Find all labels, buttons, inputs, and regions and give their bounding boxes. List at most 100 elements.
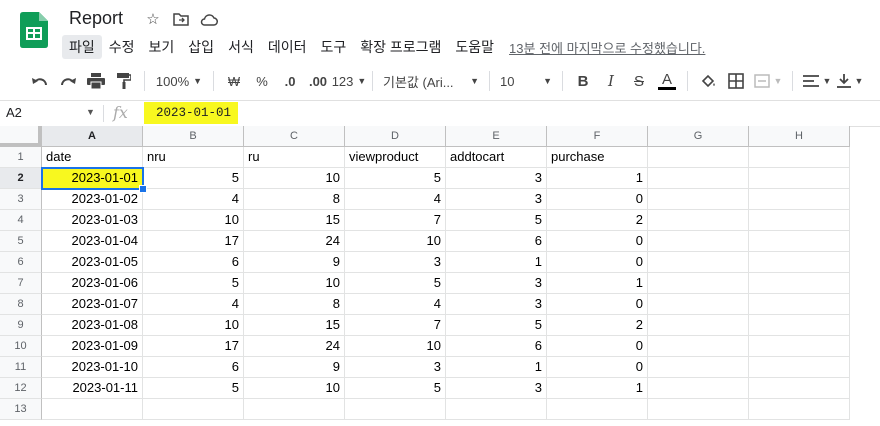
cell-e5[interactable]: 6 [446,231,547,252]
cell-f13[interactable] [547,399,648,420]
cell-h1[interactable] [749,147,850,168]
menu-view[interactable]: 보기 [142,35,182,59]
increase-decimal-button[interactable]: .00 [304,68,332,94]
cell-d4[interactable]: 7 [345,210,446,231]
cell-c7[interactable]: 10 [244,273,345,294]
cell-g7[interactable] [648,273,749,294]
borders-icon[interactable] [722,68,750,94]
strikethrough-button[interactable]: S [625,68,653,94]
cell-e9[interactable]: 5 [446,315,547,336]
undo-icon[interactable] [26,68,54,94]
cell-a9[interactable]: 2023-01-08 [42,315,143,336]
cell-g12[interactable] [648,378,749,399]
cell-b11[interactable]: 6 [143,357,244,378]
cell-e11[interactable]: 1 [446,357,547,378]
cell-e10[interactable]: 6 [446,336,547,357]
cell-a7[interactable]: 2023-01-06 [42,273,143,294]
cell-c1[interactable]: ru [244,147,345,168]
cell-a4[interactable]: 2023-01-03 [42,210,143,231]
cell-d6[interactable]: 3 [345,252,446,273]
row-header-2[interactable]: 2 [0,168,42,189]
fill-color-icon[interactable] [694,68,722,94]
cell-b1[interactable]: nru [143,147,244,168]
font-select[interactable]: 기본값 (Ari... ▼ [379,68,483,94]
font-size-select[interactable]: 10 ▼ [496,68,556,94]
column-header-g[interactable]: G [648,126,749,147]
menu-file[interactable]: 파일 [62,35,102,59]
cell-b4[interactable]: 10 [143,210,244,231]
cell-d5[interactable]: 10 [345,231,446,252]
menu-data[interactable]: 데이터 [261,35,314,59]
cell-f11[interactable]: 0 [547,357,648,378]
column-header-a[interactable]: A [42,126,143,147]
cell-g3[interactable] [648,189,749,210]
cell-c11[interactable]: 9 [244,357,345,378]
cell-d1[interactable]: viewproduct [345,147,446,168]
chevron-down-icon[interactable]: ▼ [86,107,95,117]
cell-a6[interactable]: 2023-01-05 [42,252,143,273]
cell-f7[interactable]: 1 [547,273,648,294]
cell-f10[interactable]: 0 [547,336,648,357]
align-horizontal-icon[interactable]: ▼ [799,68,835,94]
cell-f3[interactable]: 0 [547,189,648,210]
row-header-13[interactable]: 13 [0,399,42,420]
cell-g9[interactable] [648,315,749,336]
cell-d2[interactable]: 5 [345,168,446,189]
cell-e7[interactable]: 3 [446,273,547,294]
cell-e12[interactable]: 3 [446,378,547,399]
cell-f9[interactable]: 2 [547,315,648,336]
move-folder-icon[interactable] [171,9,191,29]
cell-d10[interactable]: 10 [345,336,446,357]
cell-c4[interactable]: 15 [244,210,345,231]
zoom-select[interactable]: 100% ▼ [151,68,207,94]
cell-a5[interactable]: 2023-01-04 [42,231,143,252]
column-header-f[interactable]: F [547,126,648,147]
paint-format-icon[interactable] [110,68,138,94]
cell-e4[interactable]: 5 [446,210,547,231]
cell-b6[interactable]: 6 [143,252,244,273]
cell-b2[interactable]: 5 [143,168,244,189]
cell-f2[interactable]: 1 [547,168,648,189]
cell-b9[interactable]: 10 [143,315,244,336]
cell-c9[interactable]: 15 [244,315,345,336]
cell-h8[interactable] [749,294,850,315]
cell-a3[interactable]: 2023-01-02 [42,189,143,210]
cell-b12[interactable]: 5 [143,378,244,399]
menu-edit[interactable]: 수정 [102,35,142,59]
row-header-10[interactable]: 10 [0,336,42,357]
currency-button[interactable]: ₩ [220,68,248,94]
column-header-c[interactable]: C [244,126,345,147]
fill-handle[interactable] [139,185,147,193]
select-all-corner[interactable] [0,126,42,147]
cell-c12[interactable]: 10 [244,378,345,399]
cell-b3[interactable]: 4 [143,189,244,210]
cell-d8[interactable]: 4 [345,294,446,315]
column-header-h[interactable]: H [749,126,850,147]
cell-a8[interactable]: 2023-01-07 [42,294,143,315]
cell-h5[interactable] [749,231,850,252]
cell-h12[interactable] [749,378,850,399]
number-format-select[interactable]: 123 ▼ [332,68,367,94]
row-header-8[interactable]: 8 [0,294,42,315]
cell-h2[interactable] [749,168,850,189]
cell-f8[interactable]: 0 [547,294,648,315]
cell-g6[interactable] [648,252,749,273]
cell-c10[interactable]: 24 [244,336,345,357]
cell-h6[interactable] [749,252,850,273]
document-title[interactable]: Report [69,8,123,29]
cell-a12[interactable]: 2023-01-11 [42,378,143,399]
cell-c13[interactable] [244,399,345,420]
cell-a10[interactable]: 2023-01-09 [42,336,143,357]
cell-h11[interactable] [749,357,850,378]
cell-g10[interactable] [648,336,749,357]
cell-e1[interactable]: addtocart [446,147,547,168]
cell-d3[interactable]: 4 [345,189,446,210]
cell-g8[interactable] [648,294,749,315]
column-header-e[interactable]: E [446,126,547,147]
menu-insert[interactable]: 삽입 [181,35,221,59]
row-header-7[interactable]: 7 [0,273,42,294]
row-header-12[interactable]: 12 [0,378,42,399]
row-header-9[interactable]: 9 [0,315,42,336]
cell-d13[interactable] [345,399,446,420]
column-header-d[interactable]: D [345,126,446,147]
